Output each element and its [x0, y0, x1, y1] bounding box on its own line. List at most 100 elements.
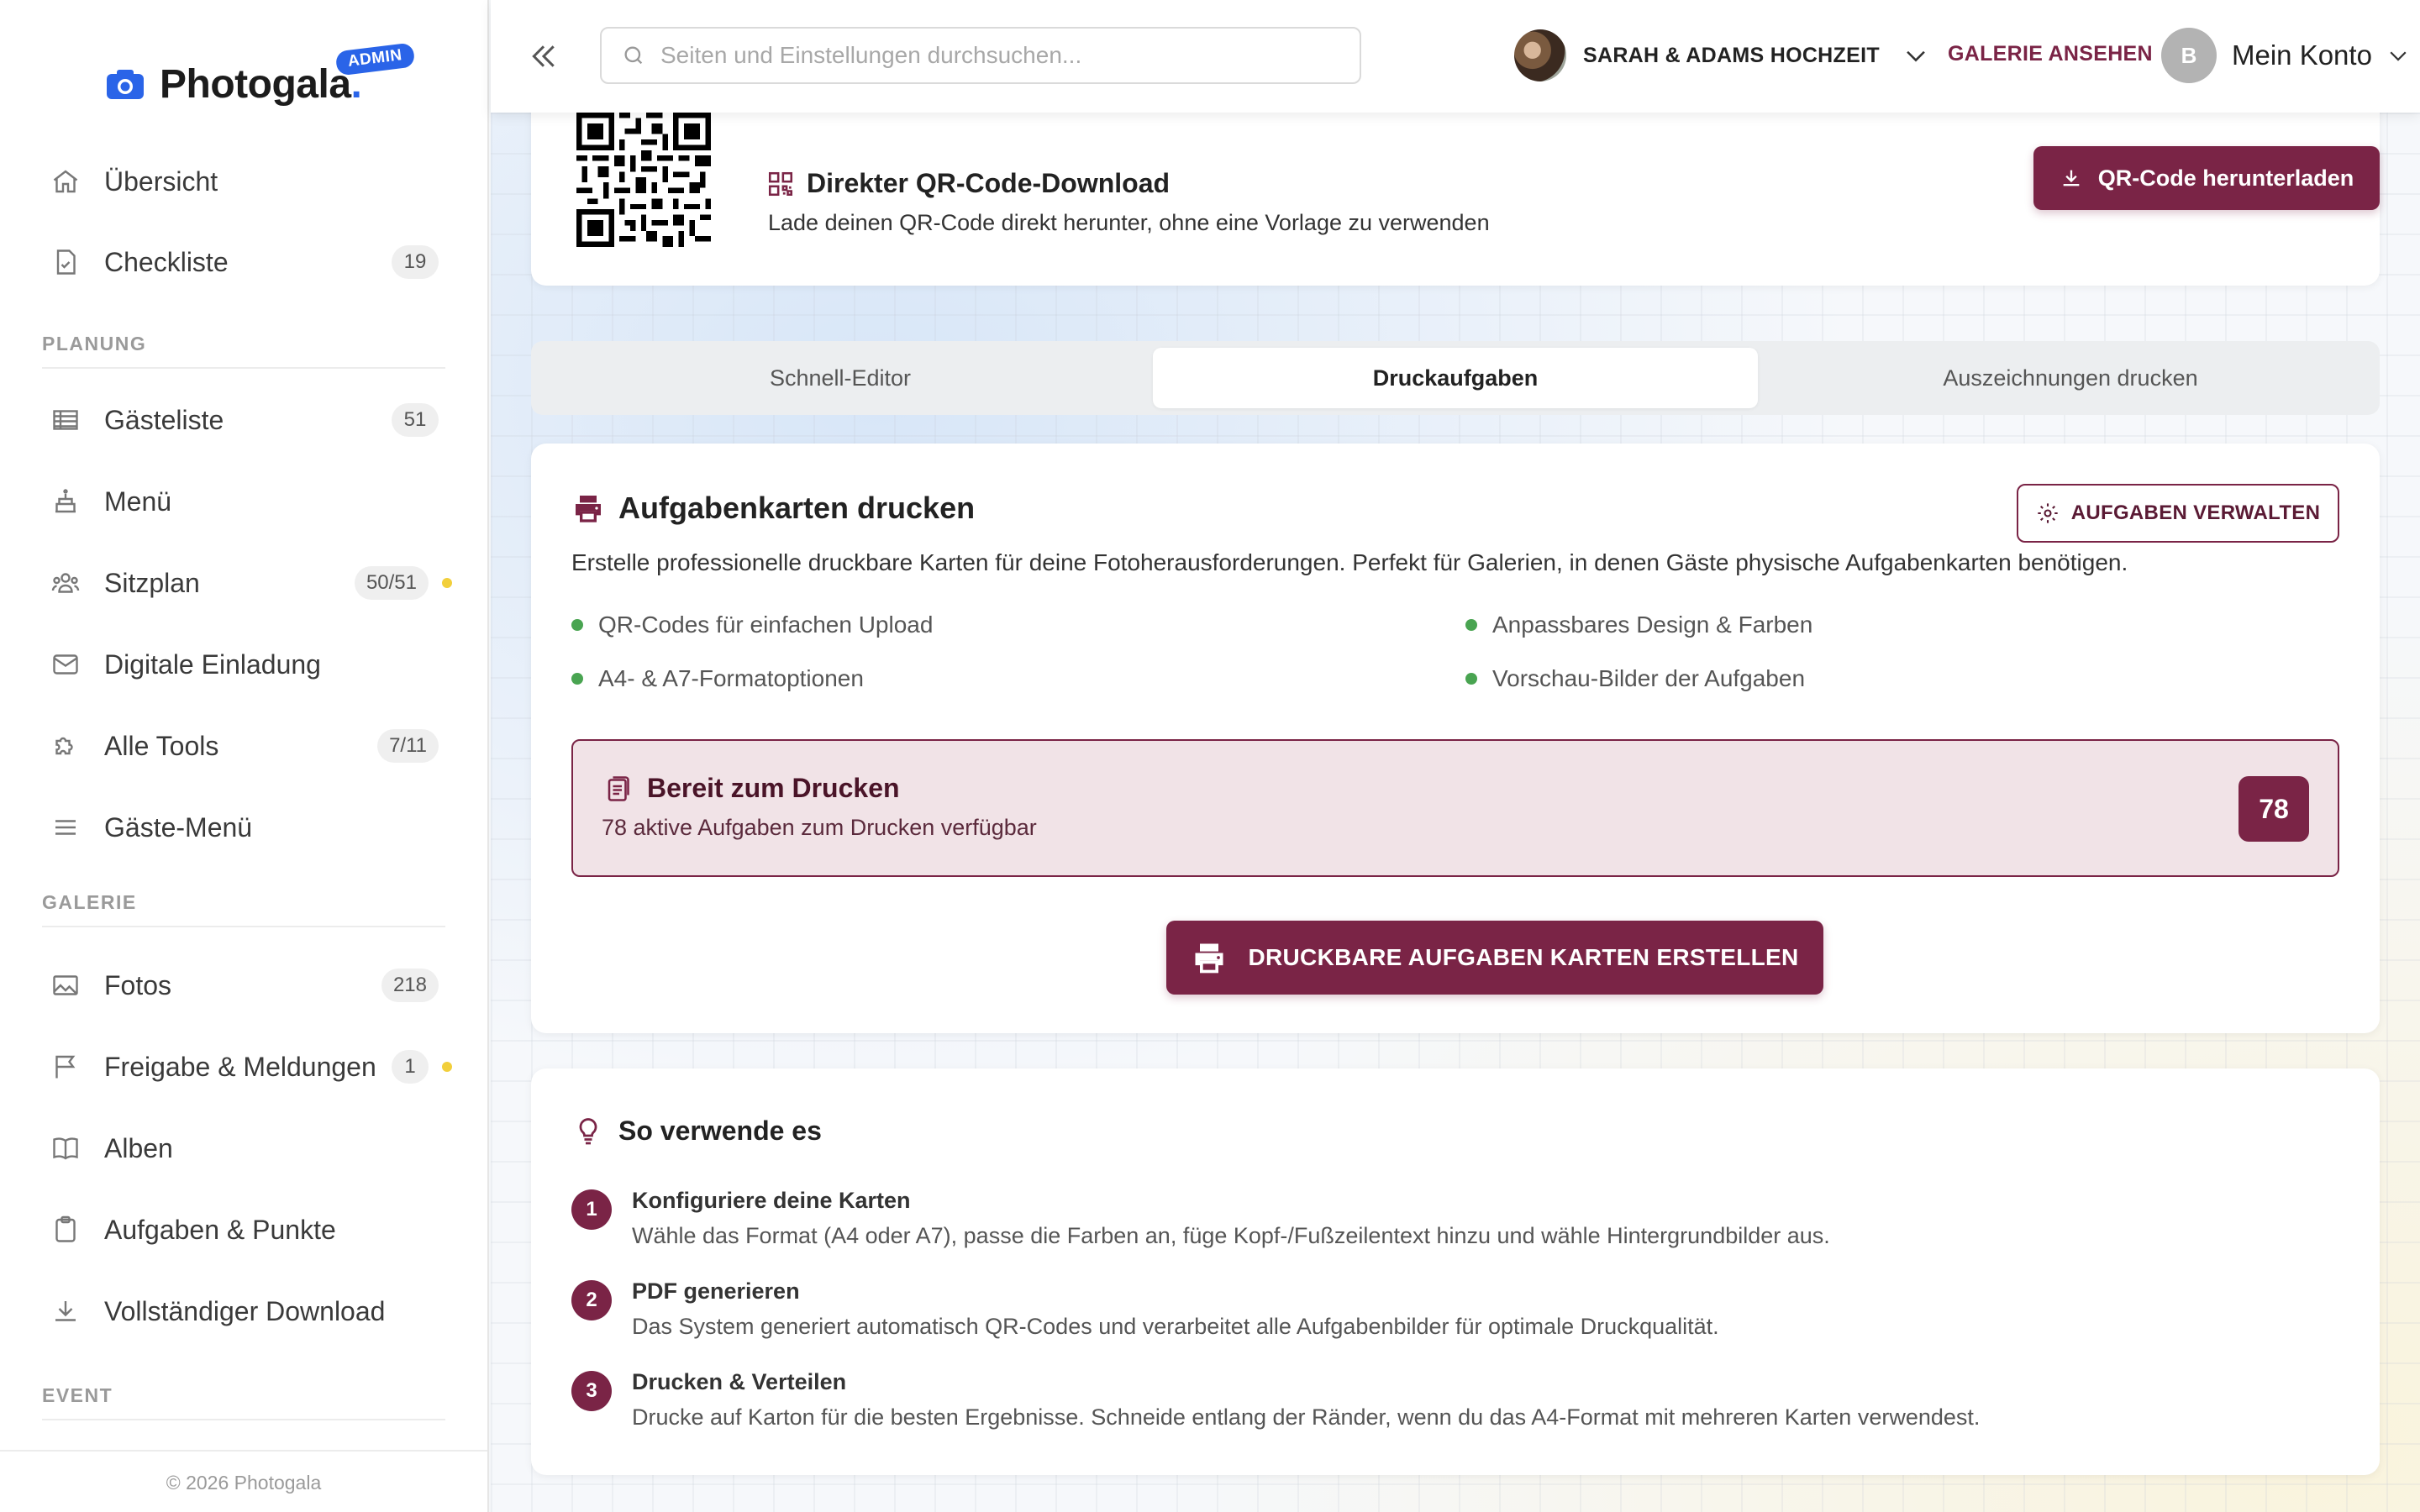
- avatar: B: [2161, 28, 2217, 83]
- tab-schnell-editor[interactable]: Schnell-Editor: [538, 348, 1143, 408]
- notification-dot: [442, 1062, 452, 1072]
- section-heading-galerie: GALERIE: [42, 891, 445, 927]
- clipboard-icon: [49, 1213, 82, 1247]
- sidebar-item-label: Alle Tools: [104, 730, 219, 761]
- bullet-dot: [1465, 673, 1477, 685]
- print-tasks-card: Aufgabenkarten drucken AUFGABEN VERWALTE…: [531, 444, 2380, 1033]
- ready-to-print-box: Bereit zum Drucken 78 aktive Aufgaben zu…: [571, 739, 2339, 877]
- qr-card-title: Direkter QR-Code-Download: [766, 168, 1170, 199]
- sidebar-item-menue[interactable]: Menü: [40, 475, 452, 528]
- download-icon: [49, 1294, 82, 1328]
- feature-text: Anpassbares Design & Farben: [1492, 612, 1813, 638]
- camera-icon: [106, 68, 145, 100]
- feature-text: Vorschau-Bilder der Aufgaben: [1492, 665, 1806, 691]
- manage-tasks-button[interactable]: AUFGABEN VERWALTEN: [2017, 484, 2339, 543]
- image-icon: [49, 969, 82, 1002]
- download-qr-button-label: QR-Code herunterladen: [2097, 165, 2354, 191]
- search-icon: [624, 46, 643, 65]
- print-card-title: Aufgabenkarten drucken: [571, 491, 975, 526]
- ready-title-text: Bereit zum Drucken: [647, 773, 900, 803]
- lightbulb-icon: [579, 1118, 597, 1145]
- cake-icon: [49, 485, 82, 518]
- mail-icon: [49, 648, 82, 681]
- step-number: 2: [571, 1280, 612, 1320]
- event-avatar: [1514, 29, 1566, 81]
- print-card-title-text: Aufgabenkarten drucken: [618, 491, 976, 525]
- feature-item: Vorschau-Bilder der Aufgaben: [1465, 665, 1805, 692]
- download-icon: [2063, 170, 2080, 186]
- tab-druckaufgaben[interactable]: Druckaufgaben: [1153, 348, 1758, 408]
- printer-icon: [576, 496, 601, 522]
- event-name: SARAH & ADAMS HOCHZEIT: [1583, 43, 1880, 67]
- account-menu[interactable]: B Mein Konto: [2161, 28, 2411, 83]
- search-input[interactable]: [660, 42, 1333, 69]
- tab-auszeichnungen-drucken[interactable]: Auszeichnungen drucken: [1768, 348, 2373, 408]
- count-badge: 19: [392, 245, 439, 279]
- ready-title: Bereit zum Drucken: [602, 773, 900, 804]
- bullet-dot: [1465, 619, 1477, 631]
- sidebar-item-label: Übersicht: [104, 165, 218, 197]
- ready-count-badge: 78: [2238, 776, 2309, 842]
- logo[interactable]: Photogala.: [106, 57, 362, 111]
- sidebar: Photogala. ADMIN Übersicht Checkliste 19…: [0, 0, 489, 1512]
- step-title: PDF generieren: [632, 1278, 800, 1304]
- feature-item: Anpassbares Design & Farben: [1465, 612, 1812, 638]
- count-badge: 50/51: [354, 566, 429, 600]
- bullet-dot: [571, 673, 583, 685]
- sidebar-item-digitale-einladung[interactable]: Digitale Einladung: [40, 638, 452, 691]
- section-heading-planung: PLANUNG: [42, 333, 445, 369]
- printer-icon: [1195, 943, 1223, 974]
- step-number: 1: [571, 1189, 612, 1230]
- tab-bar: Schnell-Editor Druckaufgaben Auszeichnun…: [531, 341, 2380, 415]
- sidebar-item-uebersicht[interactable]: Übersicht: [40, 155, 452, 208]
- search-box[interactable]: [600, 27, 1361, 84]
- sidebar-item-freigabe-meldungen[interactable]: Freigabe & Meldungen 1: [40, 1040, 452, 1094]
- flag-icon: [49, 1050, 82, 1084]
- chevron-down-icon: [2390, 51, 2407, 61]
- collapse-sidebar-button[interactable]: [523, 35, 565, 77]
- download-qr-button[interactable]: QR-Code herunterladen: [2033, 146, 2380, 210]
- qr-card-title-text: Direkter QR-Code-Download: [807, 168, 1171, 198]
- sidebar-item-label: Gästeliste: [104, 404, 224, 435]
- topbar: SARAH & ADAMS HOCHZEIT GALERIE ANSEHEN B…: [491, 0, 2420, 113]
- sidebar-item-sitzplan[interactable]: Sitzplan 50/51: [40, 556, 452, 610]
- step-title: Drucken & Verteilen: [632, 1369, 847, 1394]
- how-to-card: So verwende es 1 Konfiguriere deine Kart…: [531, 1068, 2380, 1475]
- sidebar-footer: © 2026 Photogala: [0, 1450, 487, 1512]
- sidebar-item-label: Checkliste: [104, 246, 229, 277]
- sidebar-item-label: Vollständiger Download: [104, 1295, 386, 1326]
- book-icon: [49, 1131, 82, 1165]
- sidebar-item-vollstaendiger-download[interactable]: Vollständiger Download: [40, 1284, 452, 1338]
- view-gallery-link[interactable]: GALERIE ANSEHEN: [1948, 42, 2153, 66]
- sidebar-item-label: Sitzplan: [104, 567, 200, 598]
- notification-dot: [442, 578, 452, 588]
- sidebar-item-label: Alben: [104, 1132, 173, 1163]
- feature-item: QR-Codes für einfachen Upload: [571, 612, 933, 638]
- chevrons-left-icon: [532, 45, 555, 67]
- qr-download-card: Direkter QR-Code-Download Lade deinen QR…: [531, 113, 2380, 286]
- users-icon: [49, 566, 82, 600]
- bullet-dot: [571, 619, 583, 631]
- sidebar-item-checkliste[interactable]: Checkliste 19: [40, 235, 452, 289]
- sidebar-item-aufgaben-punkte[interactable]: Aufgaben & Punkte: [40, 1203, 452, 1257]
- account-label: Mein Konto: [2232, 39, 2372, 71]
- sidebar-item-label: Menü: [104, 486, 172, 517]
- feature-item: A4- & A7-Formatoptionen: [571, 665, 864, 692]
- logo-text: Photogala.: [160, 61, 362, 107]
- count-badge: 7/11: [377, 729, 439, 763]
- sidebar-item-alle-tools[interactable]: Alle Tools 7/11: [40, 719, 452, 773]
- create-printable-cards-button[interactable]: DRUCKBARE AUFGABEN KARTEN ERSTELLEN: [1166, 921, 1823, 995]
- home-icon: [49, 165, 82, 198]
- checklist-icon: [49, 245, 82, 279]
- qr-card-description: Lade deinen QR-Code direkt herunter, ohn…: [768, 210, 1490, 235]
- sidebar-item-gaesteliste[interactable]: Gästeliste 51: [40, 393, 452, 447]
- sidebar-item-label: Gäste-Menü: [104, 811, 253, 843]
- sidebar-item-fotos[interactable]: Fotos 218: [40, 958, 452, 1012]
- sidebar-item-gaeste-menue[interactable]: Gäste-Menü: [40, 801, 452, 854]
- step-title: Konfiguriere deine Karten: [632, 1188, 911, 1213]
- event-selector[interactable]: SARAH & ADAMS HOCHZEIT: [1514, 29, 1930, 82]
- sidebar-item-alben[interactable]: Alben: [40, 1121, 452, 1175]
- gear-icon: [2038, 503, 2058, 523]
- puzzle-icon: [49, 729, 82, 763]
- feature-text: QR-Codes für einfachen Upload: [598, 612, 934, 638]
